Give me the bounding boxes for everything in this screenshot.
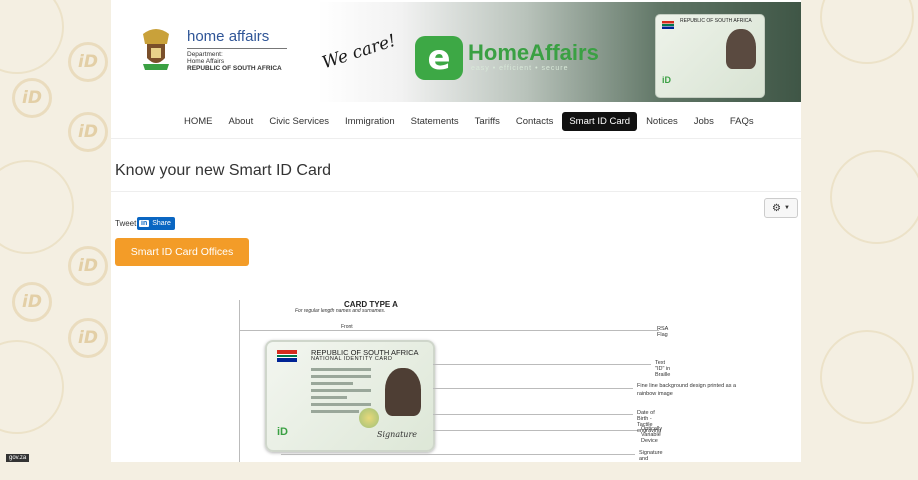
brand-name[interactable]: HomeAffairs (468, 40, 599, 66)
nav-item-smart-id-card[interactable]: Smart ID Card (562, 112, 638, 131)
tweet-link[interactable]: Tweet (115, 219, 136, 228)
flag-icon (277, 350, 297, 362)
header-banner: home affairs Department: Home Affairs RE… (111, 2, 801, 102)
caret-down-icon: ▼ (784, 205, 790, 211)
smart-id-offices-button[interactable]: Smart ID Card Offices (115, 238, 249, 266)
nav-item-faqs[interactable]: FAQs (723, 112, 761, 131)
id-watermark-icon: iD (12, 282, 52, 322)
signature-image: Signature (377, 430, 418, 439)
card-caption: REPUBLIC OF SOUTH AFRICA (680, 18, 752, 24)
card-diagram: CARD TYPE A For regular length names and… (239, 296, 736, 462)
id-watermark-icon: iD (68, 112, 108, 152)
nav-item-contacts[interactable]: Contacts (509, 112, 561, 131)
linkedin-share-button[interactable]: in Share (137, 217, 175, 230)
diagram-subtitle: For regular length names and surnames. (295, 308, 386, 314)
nav-item-tariffs[interactable]: Tariffs (468, 112, 507, 131)
nav-item-about[interactable]: About (222, 112, 261, 131)
divider (187, 48, 287, 49)
id-logo-icon: iD (662, 75, 671, 85)
gear-icon: ⚙ (772, 202, 781, 214)
callout-braille: Text "ID" in Braille (655, 360, 671, 378)
callout-background-design: Fine line background design printed as a… (637, 383, 737, 397)
flag-icon (662, 21, 674, 29)
id-card-image: REPUBLIC OF SOUTH AFRICA NATIONAL IDENTI… (265, 340, 435, 452)
page-container: home affairs Department: Home Affairs RE… (111, 0, 801, 462)
slogan: We care! (319, 30, 399, 74)
ehomeaffairs-logo-icon[interactable]: e (415, 36, 463, 80)
nav-item-home[interactable]: HOME (177, 112, 220, 131)
id-watermark-icon: iD (12, 78, 52, 118)
org-subtitle: Department: Home Affairs REPUBLIC OF SOU… (187, 51, 282, 72)
coat-of-arms-icon (143, 29, 169, 70)
portrait-image (385, 368, 421, 416)
card-subheader: NATIONAL IDENTITY CARD (311, 356, 393, 362)
share-label: Share (152, 220, 171, 227)
page-title: Know your new Smart ID Card (115, 162, 332, 179)
nav-item-civic-services[interactable]: Civic Services (262, 112, 336, 131)
main-nav: HOME About Civic Services Immigration St… (111, 106, 801, 139)
nav-item-immigration[interactable]: Immigration (338, 112, 402, 131)
nav-item-jobs[interactable]: Jobs (687, 112, 721, 131)
gov-za-badge: gov.za (6, 454, 30, 462)
nav-item-notices[interactable]: Notices (639, 112, 685, 131)
portrait-image (726, 29, 756, 69)
id-watermark-icon: iD (68, 318, 108, 358)
linkedin-icon: in (139, 220, 150, 227)
id-watermark-icon: iD (68, 42, 108, 82)
callout-rsa-flag: RSA Flag (657, 326, 669, 338)
callout-signature: Signature and information fields (639, 450, 663, 462)
card-header: REPUBLIC OF SOUTH AFRICA (311, 348, 419, 357)
callout-ovd: Optically Variable Device (641, 426, 663, 444)
org-title[interactable]: home affairs (187, 28, 269, 45)
divider (111, 191, 801, 192)
hologram-icon (359, 408, 379, 428)
banner-id-card-image: REPUBLIC OF SOUTH AFRICA iD (655, 14, 765, 98)
id-watermark-icon: iD (68, 246, 108, 286)
id-logo-icon: iD (277, 426, 288, 438)
tools-dropdown-button[interactable]: ⚙ ▼ (764, 198, 798, 218)
nav-item-statements[interactable]: Statements (404, 112, 466, 131)
brand-tagline: easy • efficient • secure (471, 65, 569, 72)
